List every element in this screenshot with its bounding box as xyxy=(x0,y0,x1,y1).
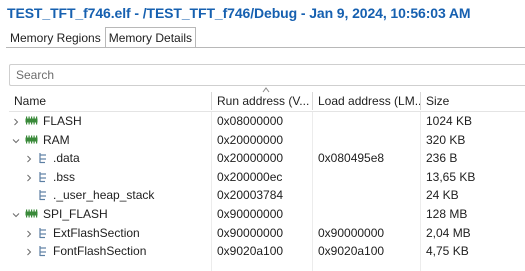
table-row[interactable]: RAM 0x20000000 320 KB xyxy=(9,131,525,150)
size-cell: 24 KB xyxy=(426,188,459,203)
size-cell: 4,75 KB xyxy=(426,244,469,259)
tab-memory-regions[interactable]: Memory Regions xyxy=(6,27,105,48)
row-name: .bss xyxy=(53,169,76,184)
size-cell: 128 MB xyxy=(426,206,468,221)
section-icon xyxy=(39,153,46,164)
name-cell: FLASH xyxy=(9,112,212,131)
column-header-run-address-label: Run address (V... xyxy=(217,94,310,108)
name-cell: RAM xyxy=(9,131,212,150)
column-grid-line xyxy=(312,112,313,271)
load-address-cell: 0x080495e8 xyxy=(318,151,385,166)
table-row[interactable]: .data 0x20000000 0x080495e8 236 B xyxy=(9,149,525,168)
row-name: FontFlashSection xyxy=(53,244,147,259)
memory-region-icon xyxy=(25,209,38,218)
section-icon xyxy=(39,190,46,201)
load-address-cell xyxy=(318,168,414,187)
run-address-cell: 0x20000000 xyxy=(217,151,284,166)
size-cell: 13,65 KB xyxy=(426,169,476,184)
column-grid-line xyxy=(420,112,421,271)
table-row[interactable]: FLASH 0x08000000 1024 KB xyxy=(9,112,525,131)
editor-title-bar: TEST_TFT_f746.elf - /TEST_TFT_f746/Debug… xyxy=(0,0,525,28)
size-cell: 236 B xyxy=(426,151,458,166)
chevron-right-icon[interactable] xyxy=(25,230,33,238)
run-address-cell: 0x90000000 xyxy=(217,206,284,221)
size-cell: 320 KB xyxy=(426,132,466,147)
column-grid-line xyxy=(211,112,212,271)
chevron-right-icon[interactable] xyxy=(12,118,20,126)
memory-region-icon xyxy=(25,116,38,125)
section-icon xyxy=(39,171,46,182)
table-row[interactable]: ._user_heap_stack 0x20003784 24 KB xyxy=(9,186,525,205)
table-row[interactable]: ExtFlashSection 0x90000000 0x90000000 2,04 … xyxy=(9,224,525,243)
run-address-cell: 0x20000000 xyxy=(217,132,284,147)
run-address-cell: 0x08000000 xyxy=(217,114,284,128)
chevron-right-icon[interactable] xyxy=(25,155,33,163)
column-header-size[interactable]: Size xyxy=(421,90,525,112)
tab-memory-details-label: Memory Details xyxy=(108,31,193,45)
memory-details-table: Name Run address (V... Load address (LM.… xyxy=(9,87,525,261)
tab-divider xyxy=(6,47,525,48)
load-address-cell xyxy=(318,205,414,224)
table-row[interactable]: SPI_FLASH 0x90000000 128 MB xyxy=(9,205,525,224)
run-address-cell: 0x20003784 xyxy=(217,188,284,203)
row-name: SPI_FLASH xyxy=(43,206,108,221)
editor-title: TEST_TFT_f746.elf - /TEST_TFT_f746/Debug… xyxy=(7,5,471,21)
sort-ascending-icon xyxy=(262,87,270,93)
chevron-right-icon[interactable] xyxy=(25,248,33,256)
column-header-load-address[interactable]: Load address (LM... xyxy=(313,90,420,112)
tab-memory-regions-label: Memory Regions xyxy=(10,31,101,45)
name-cell: .data xyxy=(9,149,212,168)
name-cell: SPI_FLASH xyxy=(9,205,212,224)
run-address-cell: 0x200000ec xyxy=(217,169,283,184)
table-row[interactable]: .bss 0x200000ec 13,65 KB xyxy=(9,168,525,187)
table-row[interactable]: FontFlashSection 0x9020a100 0x9020a100 4,75… xyxy=(9,242,525,261)
run-address-cell: 0x9020a100 xyxy=(217,244,284,259)
row-name: FLASH xyxy=(43,114,82,128)
chevron-right-icon[interactable] xyxy=(25,174,33,182)
section-icon xyxy=(39,246,46,257)
view-tabs: Memory Regions Memory Details xyxy=(6,27,197,48)
memory-region-icon xyxy=(25,135,38,144)
table-body: FLASH 0x08000000 1024 KB RAM 0x20000000 320 K… xyxy=(9,112,525,261)
column-header-run-address[interactable]: Run address (V... xyxy=(212,90,312,112)
row-name: ExtFlashSection xyxy=(53,225,140,240)
name-cell: .bss xyxy=(9,168,212,187)
size-cell: 1024 KB xyxy=(426,114,473,128)
row-name: RAM xyxy=(43,132,70,147)
column-header-name-label: Name xyxy=(14,94,47,108)
load-address-cell xyxy=(318,112,414,131)
run-address-cell: 0x90000000 xyxy=(217,225,284,240)
name-cell: ._user_heap_stack xyxy=(9,186,212,205)
section-icon xyxy=(39,227,46,238)
size-cell: 2,04 MB xyxy=(426,225,471,240)
column-header-size-label: Size xyxy=(426,94,450,108)
load-address-cell: 0x9020a100 xyxy=(318,244,385,259)
load-address-cell xyxy=(318,186,414,205)
chevron-down-icon[interactable] xyxy=(12,137,20,145)
chevron-down-icon[interactable] xyxy=(12,211,20,219)
search-box[interactable] xyxy=(9,64,525,86)
name-cell: FontFlashSection xyxy=(9,242,212,261)
load-address-cell: 0x90000000 xyxy=(318,225,385,240)
tab-memory-details[interactable]: Memory Details xyxy=(104,27,197,48)
search-input[interactable] xyxy=(10,65,525,85)
table-header: Name Run address (V... Load address (LM.… xyxy=(9,87,525,112)
row-name: .data xyxy=(53,151,80,166)
column-header-load-address-label: Load address (LM... xyxy=(318,94,420,108)
load-address-cell xyxy=(318,131,414,150)
row-name: ._user_heap_stack xyxy=(53,188,155,203)
column-header-name[interactable]: Name xyxy=(9,90,211,112)
name-cell: ExtFlashSection xyxy=(9,224,212,243)
